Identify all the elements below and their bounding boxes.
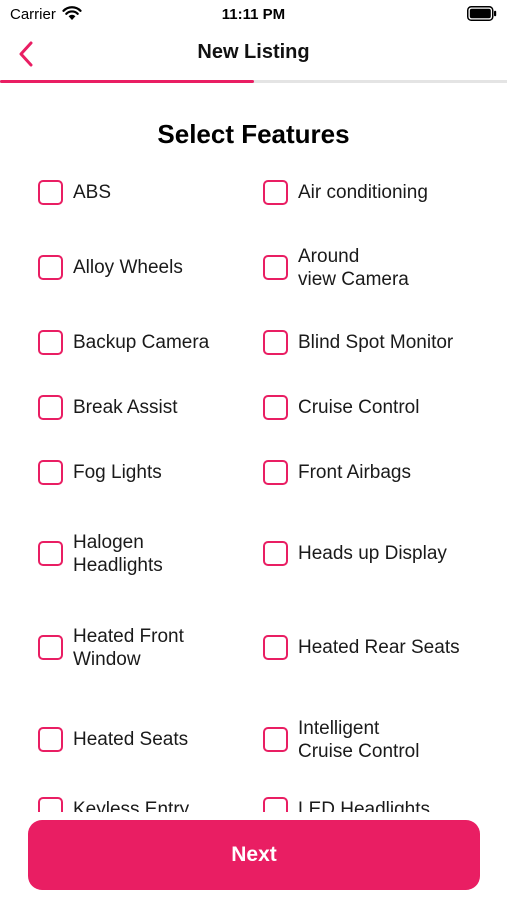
next-button[interactable]: Next bbox=[28, 820, 480, 890]
feature-checkbox[interactable] bbox=[38, 460, 63, 485]
feature-label: Heads up Display bbox=[298, 543, 447, 564]
progress-fill bbox=[0, 80, 254, 83]
feature-option[interactable]: LED Headlights bbox=[263, 792, 493, 812]
feature-row: ABS Air conditioning bbox=[0, 175, 507, 210]
status-bar: Carrier 11:11 PM bbox=[0, 0, 507, 30]
feature-label: Alloy Wheels bbox=[73, 257, 183, 278]
feature-option[interactable]: Halogen Headlights bbox=[38, 520, 248, 587]
section-title: Select Features bbox=[157, 119, 350, 149]
feature-checkbox[interactable] bbox=[263, 330, 288, 355]
feature-checkbox[interactable] bbox=[263, 460, 288, 485]
feature-checkbox[interactable] bbox=[38, 727, 63, 752]
feature-label: Blind Spot Monitor bbox=[298, 332, 454, 353]
feature-checkbox[interactable] bbox=[38, 635, 63, 660]
feature-checkbox[interactable] bbox=[263, 541, 288, 566]
feature-checkbox[interactable] bbox=[263, 635, 288, 660]
feature-row: Heated Front Window Heated Rear Seats bbox=[0, 614, 507, 681]
feature-checkbox[interactable] bbox=[263, 180, 288, 205]
feature-checkbox[interactable] bbox=[38, 330, 63, 355]
feature-label: Intelligent Cruise Control bbox=[298, 717, 420, 762]
feature-label: Cruise Control bbox=[298, 397, 420, 418]
feature-option[interactable]: Heads up Display bbox=[263, 520, 493, 587]
feature-label: LED Headlights bbox=[298, 799, 431, 812]
progress-bar bbox=[0, 80, 507, 83]
feature-row: Fog Lights Front Airbags bbox=[0, 455, 507, 490]
feature-option[interactable]: Cruise Control bbox=[263, 390, 493, 425]
nav-bar: New Listing bbox=[0, 30, 507, 80]
feature-label: Heated Front Window bbox=[73, 625, 184, 670]
feature-label: Halogen Headlights bbox=[73, 531, 163, 576]
feature-row: Keyless Entry LED Headlights bbox=[0, 792, 507, 812]
feature-checkbox[interactable] bbox=[263, 255, 288, 280]
feature-option[interactable]: Intelligent Cruise Control bbox=[263, 706, 493, 773]
feature-label: Break Assist bbox=[73, 397, 178, 418]
page-title: New Listing bbox=[197, 41, 310, 63]
clock: 11:11 PM bbox=[221, 6, 286, 23]
feature-checkbox[interactable] bbox=[38, 395, 63, 420]
battery-icon bbox=[467, 6, 497, 21]
screen: Carrier 11:11 PM New Listing Select Feat… bbox=[0, 0, 507, 900]
feature-label: Front Airbags bbox=[298, 462, 411, 483]
feature-option[interactable]: Heated Rear Seats bbox=[263, 614, 493, 681]
feature-label: Keyless Entry bbox=[73, 799, 190, 812]
feature-label: Around view Camera bbox=[298, 245, 409, 290]
feature-option[interactable]: Heated Seats bbox=[38, 706, 248, 773]
feature-label: Heated Seats bbox=[73, 729, 189, 750]
feature-label: ABS bbox=[73, 182, 112, 203]
feature-row: Heated Seats Intelligent Cruise Control bbox=[0, 706, 507, 773]
feature-checkbox[interactable] bbox=[38, 255, 63, 280]
feature-option[interactable]: Backup Camera bbox=[38, 325, 248, 360]
feature-checkbox[interactable] bbox=[38, 180, 63, 205]
feature-checkbox[interactable] bbox=[263, 727, 288, 752]
feature-row: Backup Camera Blind Spot Monitor bbox=[0, 325, 507, 360]
feature-option[interactable]: Keyless Entry bbox=[38, 792, 248, 812]
feature-row: Alloy Wheels Around view Camera bbox=[0, 234, 507, 301]
feature-checkbox[interactable] bbox=[263, 797, 288, 812]
feature-option[interactable]: Around view Camera bbox=[263, 234, 493, 301]
feature-label: Backup Camera bbox=[73, 332, 210, 353]
feature-option[interactable]: ABS bbox=[38, 175, 248, 210]
feature-label: Fog Lights bbox=[73, 462, 162, 483]
feature-checkbox[interactable] bbox=[263, 395, 288, 420]
feature-checkbox[interactable] bbox=[38, 541, 63, 566]
feature-row: Halogen Headlights Heads up Display bbox=[0, 520, 507, 587]
feature-option[interactable]: Break Assist bbox=[38, 390, 248, 425]
feature-checkbox[interactable] bbox=[38, 797, 63, 812]
feature-label: Air conditioning bbox=[298, 182, 428, 203]
feature-option[interactable]: Blind Spot Monitor bbox=[263, 325, 493, 360]
feature-option[interactable]: Alloy Wheels bbox=[38, 234, 248, 301]
feature-option[interactable]: Front Airbags bbox=[263, 455, 493, 490]
feature-option[interactable]: Air conditioning bbox=[263, 175, 493, 210]
features-list[interactable]: ABS Air conditioning Alloy Wheels Around vi… bbox=[0, 175, 507, 812]
feature-option[interactable]: Fog Lights bbox=[38, 455, 248, 490]
feature-row: Break Assist Cruise Control bbox=[0, 390, 507, 425]
feature-label: Heated Rear Seats bbox=[298, 637, 460, 658]
feature-option[interactable]: Heated Front Window bbox=[38, 614, 248, 681]
